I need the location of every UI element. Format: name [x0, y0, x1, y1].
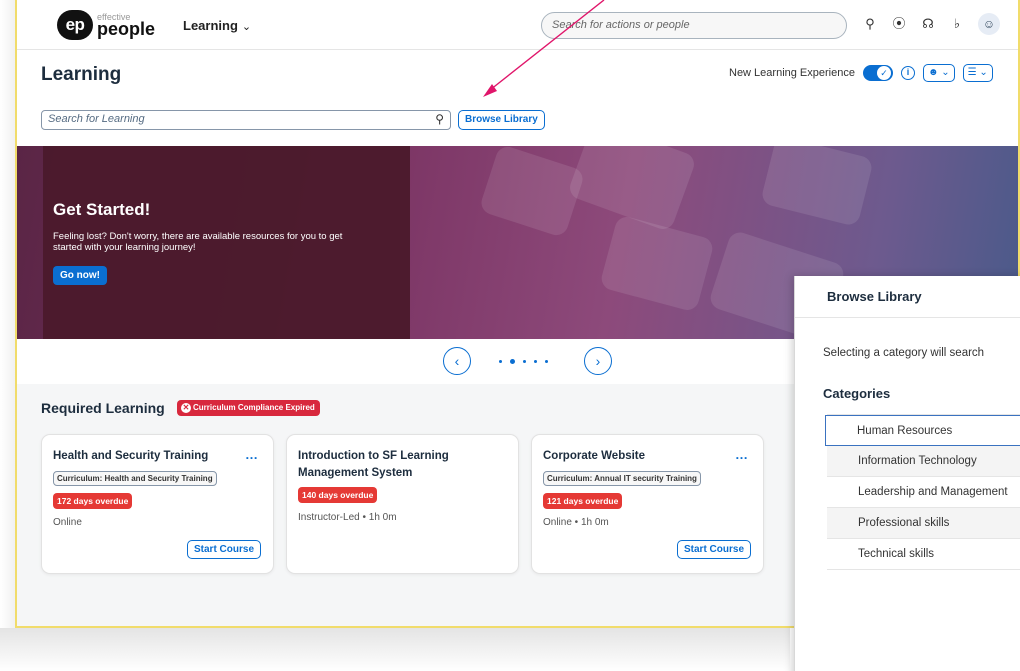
top-bar: ep effective people Learning ⌄ Search for…	[17, 0, 1018, 50]
experience-controls: New Learning Experience i ☻ ⌄ ☰ ⌄	[729, 64, 993, 82]
category-list: Human Resources Information Technology L…	[825, 414, 1020, 570]
panel-description: Selecting a category will search	[823, 347, 985, 359]
bubble-graphic	[598, 214, 716, 313]
start-course-button[interactable]: Start Course	[186, 540, 261, 559]
carousel-dot[interactable]	[534, 360, 537, 363]
learning-search-input[interactable]: Search for Learning ⚲	[41, 110, 451, 130]
banner-description: Feeling lost? Don't worry, there are ava…	[53, 231, 343, 253]
global-search-input[interactable]: Search for actions or people	[541, 12, 847, 39]
compliance-badge-label: Curriculum Compliance Expired	[193, 403, 315, 412]
category-item-technical-skills[interactable]: Technical skills	[827, 539, 1020, 570]
browse-library-panel: Browse Library Selecting a category will…	[794, 276, 1020, 671]
panel-title: Browse Library	[827, 289, 922, 304]
start-course-button[interactable]: Start Course	[676, 540, 751, 559]
carousel-prev-button[interactable]: ‹	[443, 347, 471, 375]
search-icon[interactable]: ⚲	[862, 15, 878, 33]
carousel-dot[interactable]	[523, 360, 526, 363]
info-icon[interactable]: i	[900, 66, 915, 80]
banner-title: Get Started!	[53, 200, 151, 219]
carousel-dot[interactable]	[545, 360, 548, 363]
more-options-icon[interactable]: …	[735, 447, 749, 462]
learning-search-placeholder: Search for Learning	[48, 113, 145, 125]
error-icon: ✕	[181, 403, 191, 413]
approvals-icon[interactable]: ⦿	[891, 15, 907, 33]
course-meta: Online • 1h 0m	[543, 517, 609, 528]
carousel-dot[interactable]	[499, 360, 502, 363]
user-avatar-icon[interactable]: ☺	[978, 13, 1000, 35]
required-learning-title: Required Learning	[41, 400, 165, 416]
shadow	[0, 0, 16, 671]
overdue-badge: 121 days overdue	[543, 493, 623, 509]
curriculum-tag: Curriculum: Annual IT security Training	[543, 471, 701, 486]
page-title: Learning	[41, 64, 122, 85]
course-title[interactable]: Introduction to SF Learning Management S…	[298, 448, 478, 482]
course-title[interactable]: Corporate Website	[543, 448, 723, 465]
list-view-dropdown[interactable]: ☰ ⌄	[962, 64, 993, 82]
carousel-dot-active[interactable]	[510, 359, 515, 364]
panel-body: Selecting a category will search Categor…	[795, 318, 1020, 671]
go-now-button[interactable]: Go now!	[53, 266, 107, 285]
category-item-human-resources[interactable]: Human Resources	[825, 415, 1020, 446]
compliance-expired-badge: ✕ Curriculum Compliance Expired	[177, 400, 320, 416]
module-menu-label: Learning	[183, 18, 238, 33]
carousel-dots	[499, 359, 548, 364]
chevron-down-icon: ⌄	[241, 21, 252, 33]
course-card[interactable]: Introduction to SF Learning Management S…	[286, 434, 519, 574]
panel-header: Browse Library	[795, 276, 1020, 318]
curriculum-tag: Curriculum: Health and Security Training	[53, 471, 217, 486]
course-meta: Instructor-Led • 1h 0m	[298, 512, 397, 523]
categories-heading: Categories	[823, 386, 891, 401]
browse-library-button[interactable]: Browse Library	[458, 110, 545, 130]
bubble-graphic	[760, 146, 874, 228]
search-icon[interactable]: ⚲	[435, 112, 444, 126]
more-options-icon[interactable]: …	[245, 447, 259, 462]
module-menu[interactable]: Learning ⌄	[183, 18, 251, 33]
screenshot-stage: ep effective people Learning ⌄ Search for…	[0, 0, 1020, 671]
bubble-graphic	[478, 146, 586, 239]
new-experience-toggle[interactable]	[862, 65, 893, 81]
logo-mark: ep	[57, 10, 93, 40]
bell-icon[interactable]: ♭	[949, 15, 965, 33]
course-card[interactable]: Health and Security Training … Curriculu…	[41, 434, 274, 574]
category-item-information-technology[interactable]: Information Technology	[827, 446, 1020, 477]
course-card[interactable]: Corporate Website … Curriculum: Annual I…	[531, 434, 764, 574]
overdue-badge: 140 days overdue	[298, 487, 378, 503]
logo-big-text: people	[97, 18, 156, 39]
new-experience-label: New Learning Experience	[729, 67, 855, 79]
category-item-professional-skills[interactable]: Professional skills	[827, 508, 1020, 539]
shadow	[0, 628, 790, 671]
overdue-badge: 172 days overdue	[53, 493, 133, 509]
headset-icon[interactable]: ☊	[920, 15, 936, 33]
people-filter-dropdown[interactable]: ☻ ⌄	[922, 64, 955, 82]
course-meta: Online	[53, 517, 82, 528]
category-item-leadership[interactable]: Leadership and Management	[827, 477, 1020, 508]
carousel-next-button[interactable]: ›	[584, 347, 612, 375]
company-logo[interactable]: ep effective people	[57, 10, 155, 40]
course-title[interactable]: Health and Security Training	[53, 448, 233, 465]
